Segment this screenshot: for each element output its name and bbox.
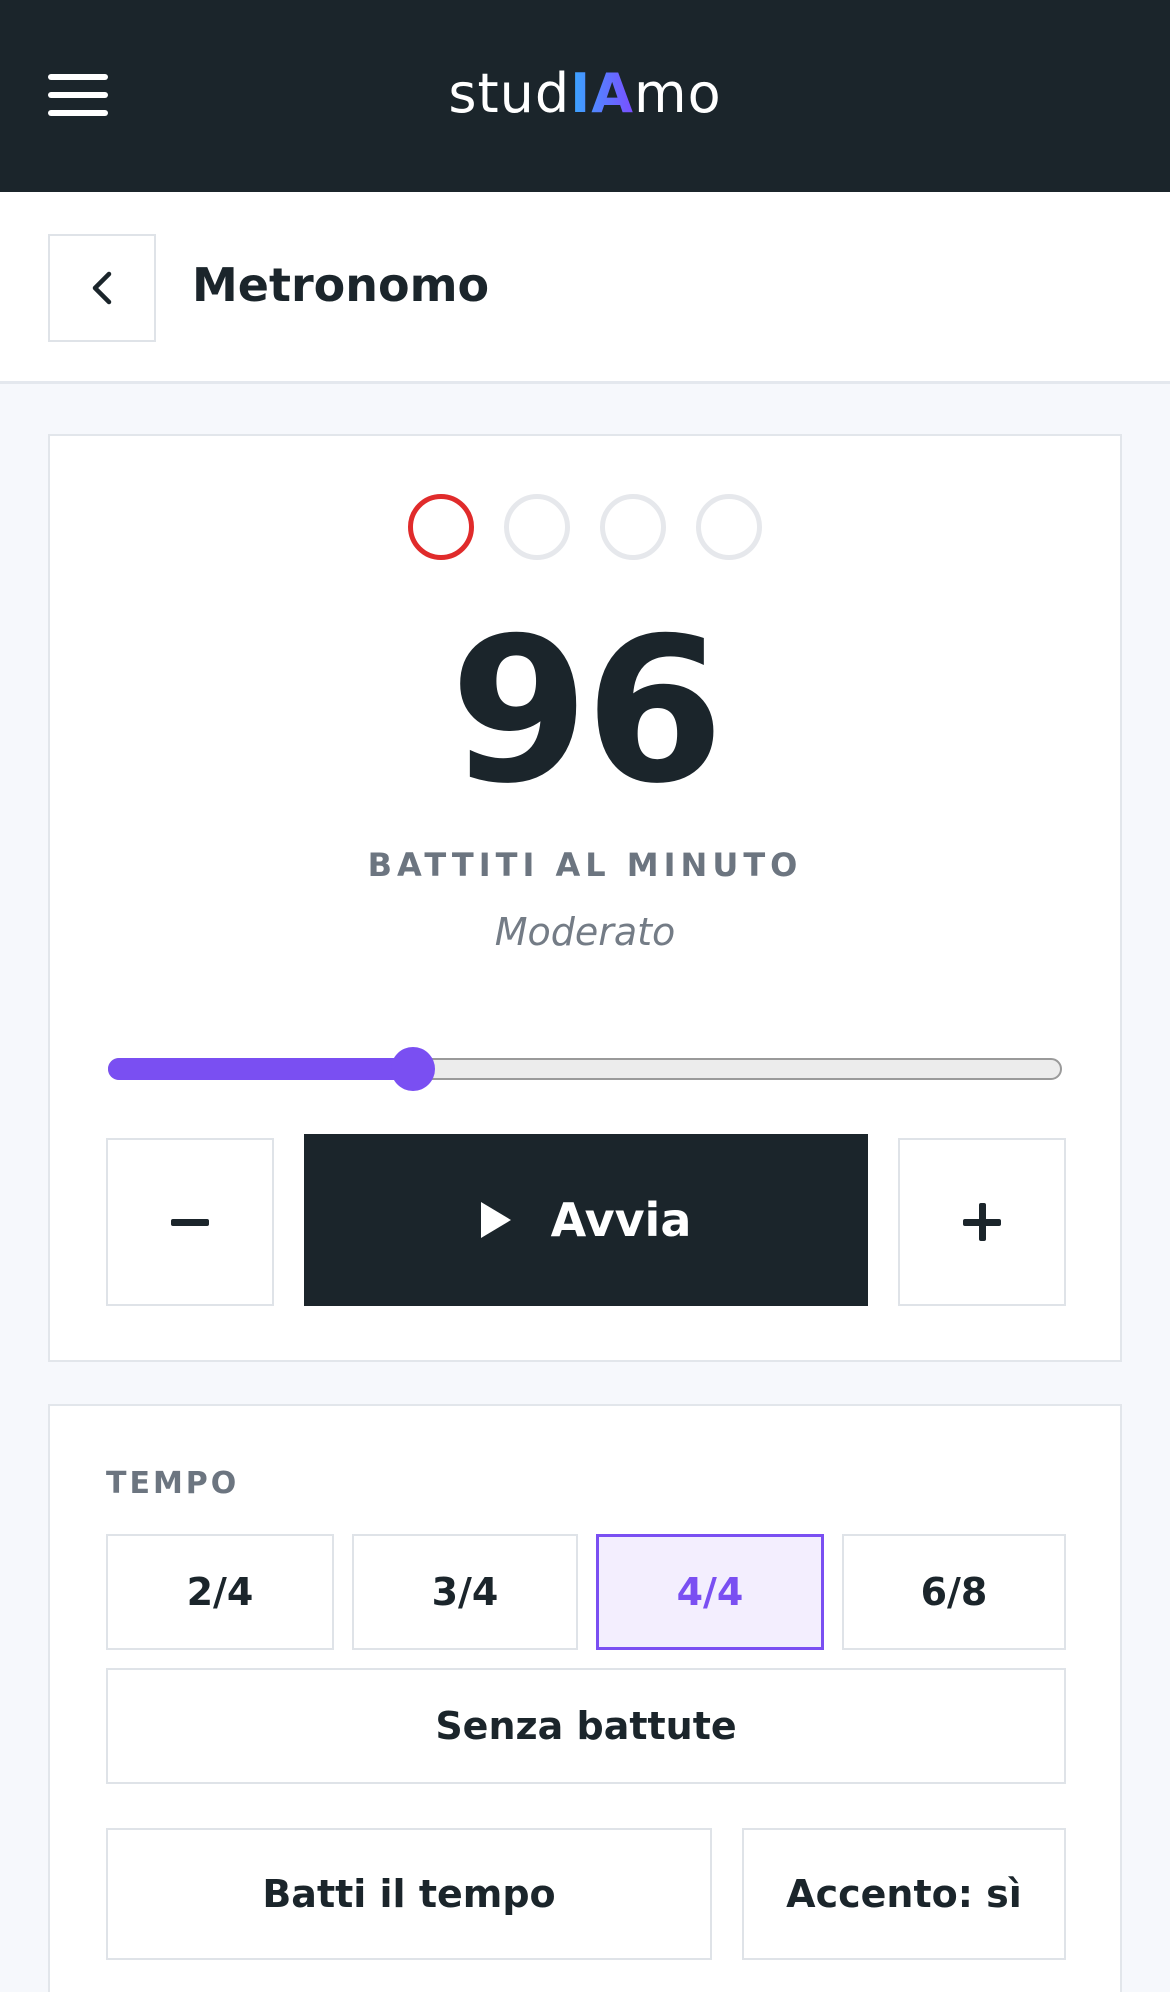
back-button[interactable] — [48, 234, 156, 342]
slider-thumb[interactable] — [391, 1047, 436, 1091]
slider-fill — [108, 1058, 414, 1080]
logo-part-ia: IA — [570, 62, 635, 125]
bpm-label: BATTITI AL MINUTO — [367, 846, 803, 884]
time-signature-option[interactable]: 4/4 — [596, 1534, 824, 1650]
beat-indicator — [504, 494, 570, 560]
page-title: Metronomo — [192, 258, 490, 312]
logo-part-2: mo — [634, 62, 722, 125]
bpm-value: 96 — [449, 595, 724, 828]
tempo-name: Moderato — [494, 910, 676, 954]
top-bar: studIAmo — [0, 0, 1170, 192]
plus-icon — [963, 1203, 1001, 1241]
time-signature-label: TEMPO — [106, 1466, 240, 1501]
start-button[interactable]: Avvia — [304, 1134, 868, 1306]
metronome-card: 96 BATTITI AL MINUTO Moderato Avvia — [48, 434, 1122, 1362]
time-signature-option[interactable]: 3/4 — [352, 1534, 578, 1650]
beat-indicator — [600, 494, 666, 560]
time-signature-option[interactable]: 2/4 — [106, 1534, 334, 1650]
increase-bpm-button[interactable] — [898, 1138, 1066, 1306]
beat-indicators — [50, 494, 1120, 560]
accent-toggle-button[interactable]: Accento: sì — [742, 1828, 1066, 1960]
play-icon — [480, 1202, 511, 1238]
minus-icon — [171, 1218, 209, 1226]
app-logo[interactable]: studIAmo — [0, 62, 1170, 125]
decrease-bpm-button[interactable] — [106, 1138, 274, 1306]
title-bar: Metronomo — [0, 192, 1170, 384]
tap-tempo-button[interactable]: Batti il tempo — [106, 1828, 712, 1960]
no-bars-button[interactable]: Senza battute — [106, 1668, 1066, 1784]
beat-indicator — [696, 494, 762, 560]
chevron-left-icon — [92, 271, 112, 305]
bpm-slider[interactable] — [108, 1047, 1062, 1091]
logo-part-1: stud — [448, 62, 571, 125]
start-button-label: Avvia — [550, 1193, 692, 1247]
settings-card: TEMPO 2/4 3/4 4/4 6/8 Senza battute Batt… — [48, 1404, 1122, 1992]
time-signature-option[interactable]: 6/8 — [842, 1534, 1066, 1650]
beat-indicator — [408, 494, 474, 560]
